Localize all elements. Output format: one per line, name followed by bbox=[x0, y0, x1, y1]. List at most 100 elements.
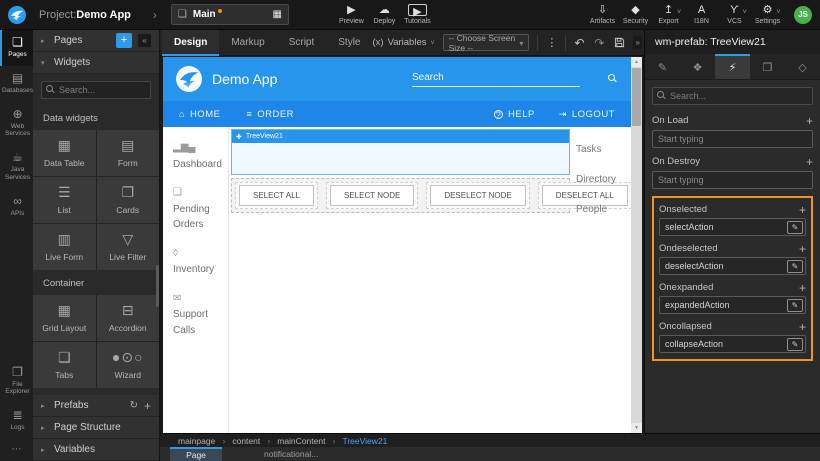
redo-icon[interactable] bbox=[589, 36, 609, 50]
widget-tile-tabs[interactable]: ❏ Tabs bbox=[33, 342, 96, 388]
sidenav-item-pending-orders[interactable]: ❏ Pending Orders bbox=[173, 185, 228, 233]
widget-tile-accordion[interactable]: ⊟ Accordion bbox=[97, 295, 160, 341]
widget-tile-live-filter[interactable]: ▽ Live Filter bbox=[97, 224, 160, 270]
app-search-input[interactable]: Search bbox=[412, 72, 580, 87]
widget-tile-form[interactable]: ▤ Form bbox=[97, 130, 160, 176]
rp-tab-devices[interactable]: ❒ bbox=[750, 54, 785, 79]
move-handle-icon[interactable]: ✚ bbox=[236, 133, 242, 141]
event-binding[interactable]: collapseAction bbox=[659, 335, 806, 353]
page-structure-section-header[interactable]: Page Structure bbox=[33, 417, 159, 439]
collapse-right-panel-button[interactable] bbox=[633, 36, 642, 49]
edit-action-icon[interactable] bbox=[787, 338, 803, 351]
treeview-action-button[interactable]: DESELECT NODE bbox=[430, 185, 525, 206]
widget-search-input[interactable] bbox=[41, 81, 151, 99]
save-button[interactable] bbox=[609, 37, 630, 48]
sidenav-item-dashboard[interactable]: ▂▆▄ Dashboard bbox=[173, 140, 228, 172]
variables-dropdown[interactable]: (x) Variables bbox=[373, 37, 435, 48]
events-search-input[interactable] bbox=[652, 87, 813, 105]
more-options-kebab-icon[interactable] bbox=[541, 36, 562, 49]
canvas-scrollbar[interactable] bbox=[631, 57, 642, 433]
treeview-widget-selected[interactable]: ✚ TreeView21 bbox=[231, 129, 570, 175]
add-event-icon[interactable] bbox=[799, 282, 806, 294]
rail-item-databases[interactable]: ▤ Databases bbox=[0, 66, 33, 102]
undo-icon[interactable] bbox=[569, 36, 589, 50]
app-search-icon[interactable] bbox=[608, 74, 618, 84]
add-event-icon[interactable] bbox=[806, 156, 813, 168]
rp-tab-events[interactable]: ⚡ bbox=[715, 54, 750, 79]
artifacts-button[interactable]: ⇩ Artifacts bbox=[586, 4, 619, 25]
add-event-icon[interactable] bbox=[806, 115, 813, 127]
app-link[interactable]: Directory bbox=[576, 174, 631, 185]
breadcrumb-mainpage[interactable]: mainpage bbox=[178, 436, 232, 446]
treeview-action-button[interactable]: SELECT ALL bbox=[239, 185, 314, 206]
canvas-nav-logout[interactable]: ⇥ LOGOUT bbox=[559, 109, 615, 120]
rail-item-pages[interactable]: ❏ Pages bbox=[0, 30, 33, 66]
app-link[interactable]: People bbox=[576, 204, 631, 215]
sidenav-item-inventory[interactable]: ◊ Inventory bbox=[173, 246, 228, 278]
canvas-scrollbar-thumb[interactable] bbox=[632, 68, 641, 126]
edit-action-icon[interactable] bbox=[787, 221, 803, 234]
sidenav-item-support-calls[interactable]: ✉ Support Calls bbox=[173, 291, 228, 339]
canvas-nav-order[interactable]: ≡ ORDER bbox=[246, 109, 294, 120]
event-binding[interactable]: deselectAction bbox=[659, 257, 806, 275]
widget-tile-list[interactable]: ☰ List bbox=[33, 177, 96, 223]
canvas-nav-help[interactable]: ? HELP bbox=[494, 109, 535, 120]
widget-tile-grid-layout[interactable]: ▦ Grid Layout bbox=[33, 295, 96, 341]
refresh-prefabs-icon[interactable] bbox=[130, 400, 138, 411]
scroll-up-icon[interactable] bbox=[631, 57, 642, 67]
preview-button[interactable]: ▶ Preview bbox=[335, 4, 368, 25]
security-button[interactable]: ◆ Security bbox=[619, 4, 652, 25]
scroll-down-icon[interactable] bbox=[631, 423, 642, 433]
tab-script[interactable]: Script bbox=[277, 30, 327, 56]
user-avatar[interactable]: JS bbox=[794, 6, 812, 24]
rail-more-button[interactable] bbox=[0, 439, 33, 461]
widget-tile-cards[interactable]: ❐ Cards bbox=[97, 177, 160, 223]
rail-item-web-services[interactable]: ⊕ Web Services bbox=[0, 102, 33, 146]
app-link[interactable]: Tasks bbox=[576, 144, 631, 155]
widget-selection-tag[interactable]: ✚ TreeView21 bbox=[232, 130, 569, 143]
rp-tab-properties[interactable]: ✎ bbox=[645, 54, 680, 79]
tutorials-button[interactable]: ▶ Tutorials bbox=[401, 4, 434, 25]
canvas-nav-home[interactable]: ⌂ HOME bbox=[179, 109, 220, 120]
collapse-left-panel-button[interactable] bbox=[138, 34, 151, 47]
add-prefab-icon[interactable] bbox=[144, 399, 151, 413]
breadcrumb-content[interactable]: content bbox=[232, 436, 277, 446]
add-page-button[interactable] bbox=[116, 33, 132, 48]
event-binding[interactable]: selectAction bbox=[659, 218, 806, 236]
add-event-icon[interactable] bbox=[799, 204, 806, 216]
export-button[interactable]: ↥ Export bbox=[652, 4, 685, 25]
page-selector[interactable]: ❏ Main ▦ bbox=[171, 4, 289, 25]
event-input[interactable] bbox=[652, 171, 813, 189]
settings-button[interactable]: ⚙ Settings bbox=[751, 4, 784, 25]
widget-tile-data-table[interactable]: ▦ Data Table bbox=[33, 130, 96, 176]
rail-item-apis[interactable]: ∞ APIs bbox=[0, 189, 33, 225]
add-event-icon[interactable] bbox=[799, 243, 806, 255]
tab-style[interactable]: Style bbox=[326, 30, 372, 56]
deploy-button[interactable]: ☁ Deploy bbox=[368, 4, 401, 25]
rp-tab-styles[interactable]: ❖ bbox=[680, 54, 715, 79]
event-binding[interactable]: expandedAction bbox=[659, 296, 806, 314]
wavemaker-logo[interactable] bbox=[0, 6, 33, 24]
treeview-empty-area[interactable] bbox=[232, 143, 569, 174]
screen-size-select[interactable]: -- Choose Screen Size -- bbox=[443, 34, 530, 51]
edit-action-icon[interactable] bbox=[787, 260, 803, 273]
edit-action-icon[interactable] bbox=[787, 299, 803, 312]
pages-section-header[interactable]: Pages bbox=[33, 30, 159, 52]
rail-item-java-services[interactable]: ☕ Java Services bbox=[0, 145, 33, 189]
variables-section-header[interactable]: Variables bbox=[33, 439, 159, 461]
tab-design[interactable]: Design bbox=[162, 30, 219, 56]
status-tab-page[interactable]: Page bbox=[170, 447, 222, 461]
treeview-action-button[interactable]: SELECT NODE bbox=[330, 185, 414, 206]
rail-item-logs[interactable]: ≣ Logs bbox=[0, 403, 33, 439]
rp-tab-security[interactable]: ◇ bbox=[785, 54, 820, 79]
rail-item-file-explorer[interactable]: ❐ File Explorer bbox=[0, 360, 33, 404]
pages-grid-icon[interactable]: ▦ bbox=[272, 9, 281, 20]
widget-tile-live-form[interactable]: ▥ Live Form bbox=[33, 224, 96, 270]
add-event-icon[interactable] bbox=[799, 321, 806, 333]
widgets-section-header[interactable]: Widgets bbox=[33, 52, 159, 74]
breadcrumb-treeview21[interactable]: TreeView21 bbox=[342, 436, 387, 446]
left-panel-scrollbar-thumb[interactable] bbox=[156, 265, 159, 307]
tab-markup[interactable]: Markup bbox=[219, 30, 276, 56]
widget-tile-wizard[interactable]: ●⊙○ Wizard bbox=[97, 342, 160, 388]
breadcrumb-maincontent[interactable]: mainContent bbox=[277, 436, 342, 446]
